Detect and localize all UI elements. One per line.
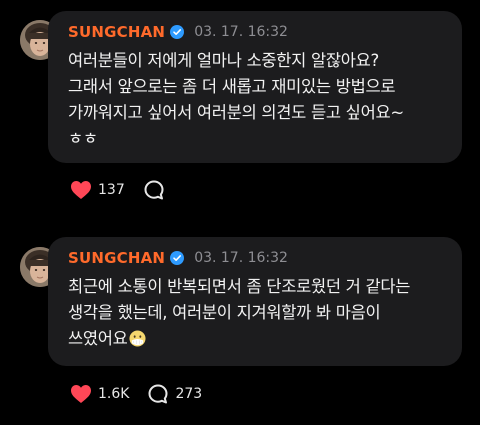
face-with-mouth-covered-emoji-icon: [129, 330, 146, 347]
like-button[interactable]: 1.6K: [70, 384, 129, 404]
heart-icon: [71, 385, 91, 403]
message-text-body: 최근에 소통이 반복되면서 좀 단조로웠던 거 같다는 생각을 했는데, 여러분…: [68, 277, 411, 348]
message-text: 여러분들이 저에게 얼마나 소중한지 알잖아요? 그래서 앞으로는 좀 더 새롭…: [68, 51, 404, 148]
like-button[interactable]: 137: [70, 180, 125, 200]
message-bubble: SUNGCHAN 03. 17. 16:32 여러분들이 저에게 얼마나 소중한…: [48, 11, 462, 163]
verified-badge-icon: [170, 25, 185, 39]
feed: SUNGCHAN 03. 17. 16:32 여러분들이 저에게 얼마나 소중한…: [0, 0, 480, 425]
heart-icon: [71, 181, 91, 199]
timestamp: 03. 17. 16:32: [194, 250, 288, 266]
post: SUNGCHAN 03. 17. 16:32 최근에 소통이 반복되면서 좀 단…: [0, 230, 480, 425]
like-count: 137: [98, 182, 125, 198]
comment-button[interactable]: 273: [147, 383, 202, 405]
message-bubble: SUNGCHAN 03. 17. 16:32 최근에 소통이 반복되면서 좀 단…: [48, 237, 462, 366]
author-name[interactable]: SUNGCHAN: [68, 249, 165, 267]
timestamp: 03. 17. 16:32: [194, 24, 288, 40]
comment-bubble-icon: [144, 180, 164, 200]
verified-badge-icon: [170, 251, 185, 265]
comment-button[interactable]: [143, 179, 171, 201]
post-header: SUNGCHAN 03. 17. 16:32: [68, 21, 288, 43]
comment-bubble-icon: [148, 384, 168, 404]
post-actions: 137: [70, 179, 189, 201]
like-count: 1.6K: [98, 386, 130, 402]
post-header: SUNGCHAN 03. 17. 16:32: [68, 247, 288, 269]
post-actions: 1.6K 273: [70, 383, 220, 405]
post: SUNGCHAN 03. 17. 16:32 여러분들이 저에게 얼마나 소중한…: [0, 0, 480, 212]
author-name[interactable]: SUNGCHAN: [68, 23, 165, 41]
message-text: 최근에 소통이 반복되면서 좀 단조로웠던 거 같다는 생각을 했는데, 여러분…: [68, 274, 448, 352]
comment-count: 273: [175, 386, 203, 402]
